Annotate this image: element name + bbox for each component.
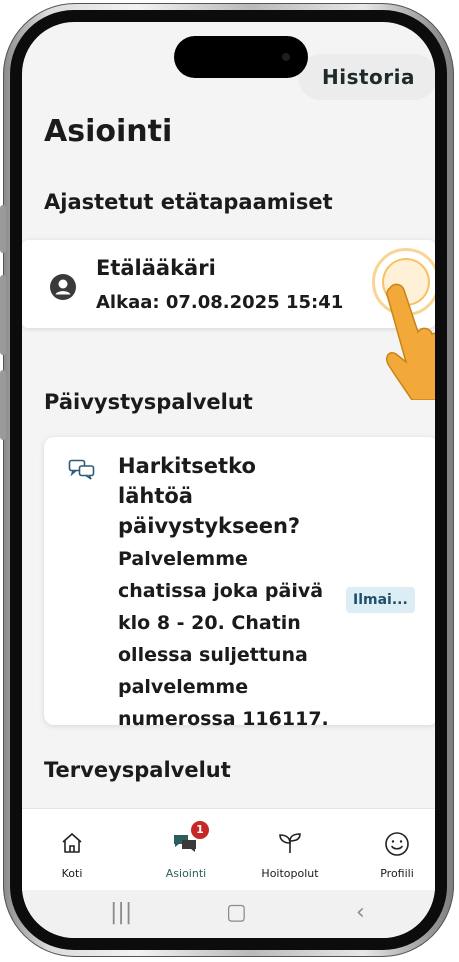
appointments-section-title: Ajastetut etätapaamiset bbox=[44, 190, 333, 214]
page-title: Asiointi bbox=[44, 114, 173, 149]
smiley-icon bbox=[385, 832, 409, 856]
volume-down-button bbox=[0, 275, 6, 355]
dynamic-island bbox=[174, 36, 308, 78]
emergency-section-title: Päivystyspalvelut bbox=[44, 390, 253, 414]
emergency-card[interactable]: Harkitsetko lähtöä päivystykseen? Palvel… bbox=[44, 437, 435, 730]
chat-bubbles-icon bbox=[68, 459, 95, 480]
bottom-navigation: Koti 1 Asiointi Hoitopolut Profiili bbox=[22, 808, 435, 891]
home-button[interactable]: ▢ bbox=[226, 900, 247, 925]
emergency-line: klo 8 - 20. Chatin bbox=[118, 612, 301, 634]
appointment-start-time: Alkaa: 07.08.2025 15:41 bbox=[96, 292, 344, 313]
side-button bbox=[0, 370, 6, 440]
nav-badge-count: 1 bbox=[191, 821, 209, 839]
emergency-line: numerossa 116117. bbox=[118, 708, 329, 730]
nav-label-hoitopolut: Hoitopolut bbox=[261, 867, 319, 880]
emergency-heading: Harkitsetko lähtöä päivystykseen? bbox=[118, 454, 301, 538]
history-button[interactable]: Historia bbox=[297, 54, 435, 100]
system-navigation-bar: ||| ▢ ‹ bbox=[22, 890, 435, 938]
emergency-line: palvelemme bbox=[118, 676, 249, 698]
nav-label-koti: Koti bbox=[61, 867, 83, 880]
free-service-badge: Ilmai... bbox=[346, 587, 415, 613]
emergency-text: Harkitsetko lähtöä päivystykseen? Palvel… bbox=[118, 451, 338, 735]
emergency-line: chatissa joka päivä bbox=[118, 580, 324, 602]
emergency-line: Palvelemme bbox=[118, 548, 248, 570]
nav-label-profiili: Profiili bbox=[380, 867, 414, 880]
pointing-hand-icon bbox=[385, 283, 435, 400]
person-circle-icon bbox=[50, 274, 76, 300]
volume-up-button bbox=[0, 205, 6, 253]
appointment-name: Etälääkäri bbox=[96, 256, 216, 280]
home-icon bbox=[62, 833, 82, 853]
app-screen: Historia Asiointi Ajastetut etätapaamise… bbox=[22, 22, 435, 938]
emergency-line: ollessa suljettuna bbox=[118, 644, 308, 666]
nav-label-asiointi: Asiointi bbox=[165, 867, 207, 880]
sprout-icon bbox=[279, 833, 301, 853]
back-button[interactable]: ‹ bbox=[356, 900, 365, 925]
health-section-title: Terveyspalvelut bbox=[44, 758, 231, 782]
recents-button[interactable]: ||| bbox=[110, 900, 132, 925]
